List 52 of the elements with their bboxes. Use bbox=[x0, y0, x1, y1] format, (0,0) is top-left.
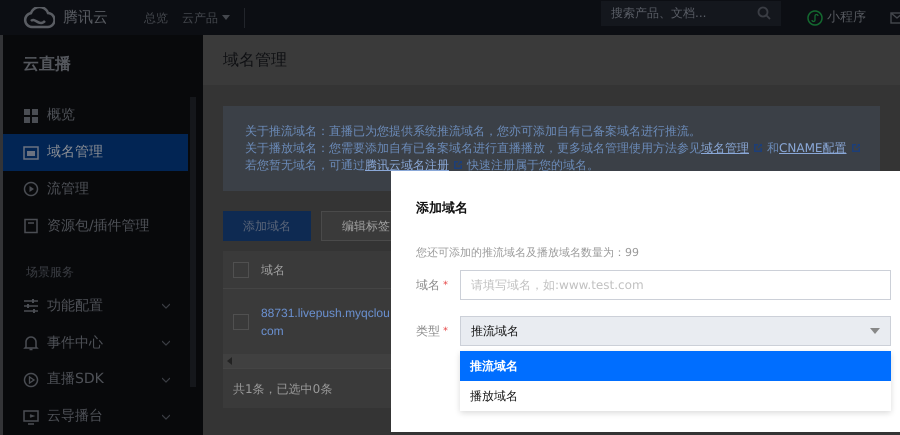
play-icon bbox=[23, 372, 39, 388]
external-link-icon bbox=[850, 143, 860, 153]
search-field[interactable]: 搜索产品、文档... bbox=[601, 0, 781, 26]
notice-line: 若您暂无域名，可通过腾讯云域名注册 快速注册属于您的域名。 bbox=[245, 157, 600, 173]
package-icon bbox=[23, 218, 39, 234]
external-link-icon bbox=[753, 143, 763, 153]
logo-text: 腾讯云 bbox=[63, 7, 108, 28]
caret-icon bbox=[870, 328, 880, 334]
scroll-left-icon bbox=[227, 357, 232, 365]
web-icon bbox=[23, 144, 39, 161]
section-label: 场景服务 bbox=[25, 264, 75, 281]
play-circle-icon bbox=[23, 181, 39, 198]
dropdown-option[interactable]: 推流域名 bbox=[460, 351, 891, 381]
column-header: 域名 bbox=[261, 262, 285, 278]
dropdown-option[interactable]: 播放域名 bbox=[460, 381, 891, 411]
cloud-logo-icon bbox=[23, 6, 55, 28]
monitor-icon bbox=[23, 408, 39, 425]
dialog-note: 您还可添加的推流域名及播放域名数量为：99 bbox=[416, 244, 640, 260]
sidebar-item[interactable]: 流管理 bbox=[3, 171, 188, 208]
required-mark: * bbox=[443, 278, 448, 292]
field-label: 域名 bbox=[416, 277, 440, 294]
nav-link[interactable]: 总览 bbox=[144, 8, 168, 26]
notice-link[interactable]: 腾讯云域名注册 bbox=[365, 158, 449, 172]
type-select[interactable]: 推流域名 bbox=[460, 316, 891, 346]
notice-link[interactable]: CNAME配置 bbox=[779, 141, 846, 155]
bell-icon bbox=[23, 335, 39, 352]
search-icon bbox=[757, 6, 771, 20]
external-link-icon bbox=[453, 160, 463, 170]
notice-link[interactable]: 域名管理 bbox=[701, 141, 749, 155]
nav-link[interactable]: 云产品 bbox=[182, 8, 230, 26]
sidebar-group[interactable]: 事件中心 bbox=[3, 324, 188, 362]
notice-line: 关于推流域名：直播已为您提供系统推流域名，您亦可添加自有已备案域名进行推流。 bbox=[245, 123, 702, 139]
field-label: 类型 bbox=[416, 323, 440, 340]
mini-program-icon bbox=[807, 10, 823, 26]
grid-icon bbox=[23, 108, 39, 124]
notice-line: 关于播放域名：您需要添加自有已备案域名进行直播播放，更多域名管理使用方法参见域名管理 和CNAME配置 bbox=[245, 140, 880, 156]
sidebar-title: 云直播 bbox=[22, 53, 72, 75]
sidebar-group[interactable]: 云导播台 bbox=[3, 398, 188, 435]
table-footer: 共1条，已选中0条 bbox=[233, 380, 332, 398]
sidebar-group[interactable]: 功能配置 bbox=[3, 288, 188, 325]
sidebar-item[interactable]: 域名管理 bbox=[3, 134, 188, 172]
dialog-title: 添加域名 bbox=[416, 200, 469, 218]
toolbar-button[interactable]: 添加域名 bbox=[223, 211, 311, 241]
required-mark: * bbox=[443, 324, 448, 338]
mail-icon bbox=[890, 12, 900, 24]
sidebar-item[interactable]: 概览 bbox=[3, 98, 188, 134]
sliders-icon bbox=[23, 298, 39, 314]
sidebar-group[interactable]: 直播SDK bbox=[3, 361, 188, 398]
domain-input[interactable]: 请填写域名，如:www.test.com bbox=[460, 270, 891, 300]
sidebar-item[interactable]: 资源包/插件管理 bbox=[3, 208, 188, 245]
mini-program-link[interactable]: 小程序 bbox=[807, 8, 866, 28]
domain-link[interactable]: 88731.livepush.myqclou com bbox=[261, 304, 390, 340]
